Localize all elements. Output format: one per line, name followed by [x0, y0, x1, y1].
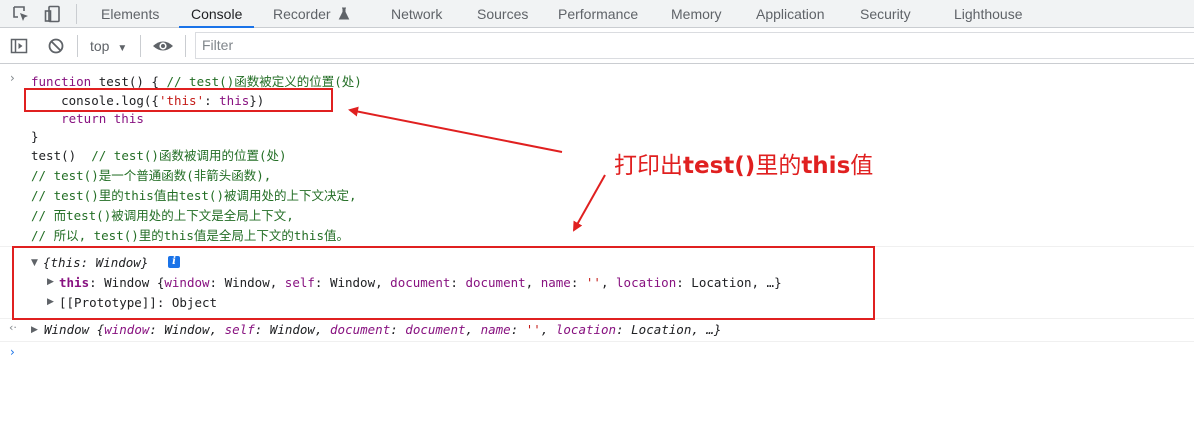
annotation-arrow [348, 106, 563, 153]
code-line-9: // 所以, test()里的this值是全局上下文的this值。 [31, 226, 349, 245]
keyword: return this [31, 111, 144, 126]
property-value: , [465, 322, 481, 337]
console-prompt-chevron-icon[interactable]: › [10, 345, 15, 359]
code-line-8: // 而test()被调用处的上下文是全局上下文, [31, 206, 294, 225]
code-comment: // test()里的this值由test()被调用处的上下文决定, [31, 188, 357, 203]
message-divider [0, 341, 1194, 342]
return-value[interactable]: Window {window: Window, self: Window, do… [44, 320, 721, 339]
inspect-element-icon[interactable] [12, 5, 30, 23]
annotation-arrow [573, 174, 606, 232]
device-toolbar-icon[interactable] [44, 5, 62, 23]
tab-lighthouse[interactable]: Lighthouse [954, 0, 1023, 28]
property-value: : Location, …} [616, 322, 722, 337]
annotation-highlight-box [12, 246, 875, 320]
property-key: name [480, 322, 511, 337]
property-value: : [390, 322, 406, 337]
code-comment: // test()函数被定义的位置(处) [166, 74, 362, 89]
context-label: top [90, 38, 110, 54]
code-comment: // test()函数被调用的位置(处) [91, 148, 287, 163]
sidebar-toggle-icon[interactable] [10, 37, 28, 55]
tab-recorder[interactable]: Recorder [273, 0, 331, 28]
code-text: } [31, 129, 39, 144]
code-comment: // 所以, test()里的this值是全局上下文的this值。 [31, 228, 349, 243]
property-key: self [224, 322, 255, 337]
annotation-label: 打印出test()里的this值 [614, 146, 873, 180]
tab-network[interactable]: Network [391, 0, 442, 28]
console-input[interactable] [28, 343, 1188, 363]
tab-application[interactable]: Application [756, 0, 825, 28]
tab-console[interactable]: Console [178, 0, 255, 28]
annotation-text: 打印出 [614, 153, 683, 179]
console-toolbar: top ▼ Filter [0, 28, 1194, 64]
property-value: : [510, 322, 526, 337]
property-key: location [555, 322, 617, 337]
input-prompt-chevron-icon: › [10, 71, 15, 85]
annotation-text: 值 [850, 153, 874, 179]
live-expression-eye-icon[interactable] [152, 37, 174, 55]
property-value: , [540, 322, 556, 337]
clear-console-icon[interactable] [47, 37, 65, 55]
property-value: document [405, 322, 466, 337]
return-value-arrow-icon: ‹· [9, 321, 17, 334]
property-value: '' [525, 322, 541, 337]
code-line-6: // test()是一个普通函数(非箭头函数), [31, 166, 271, 185]
toolbar-divider [140, 35, 141, 57]
code-line-4: } [31, 127, 39, 146]
property-key: window [104, 322, 150, 337]
code-text: test() { [91, 74, 167, 89]
tab-memory[interactable]: Memory [671, 0, 722, 28]
code-text: test() [31, 148, 92, 163]
property-key: document [330, 322, 391, 337]
code-comment: // test()是一个普通函数(非箭头函数), [31, 168, 272, 183]
tab-performance[interactable]: Performance [558, 0, 638, 28]
property-value: : Window, [149, 322, 225, 337]
keyword: function [31, 74, 92, 89]
code-line-7: // test()里的this值由test()被调用处的上下文决定, [31, 186, 357, 205]
annotation-text: 里的 [755, 153, 802, 179]
code-line-5: test() // test()函数被调用的位置(处) [31, 146, 287, 165]
toolbar-divider [185, 35, 186, 57]
dropdown-arrow-icon: ▼ [117, 43, 128, 54]
tab-elements[interactable]: Elements [101, 0, 159, 28]
toolbar-divider [76, 4, 77, 24]
property-value: : Window, [254, 322, 331, 337]
tab-sources[interactable]: Sources [477, 0, 528, 28]
context-selector[interactable]: top ▼ [90, 28, 127, 64]
devtools-tab-bar: Elements Console Recorder Network Source… [0, 0, 1194, 28]
flask-icon [338, 7, 350, 20]
expand-triangle-right-icon[interactable]: ▶ [31, 325, 38, 335]
tab-security[interactable]: Security [860, 0, 911, 28]
annotation-highlight-box [24, 88, 333, 112]
return-value-text: Window { [44, 322, 105, 337]
annotation-text: this [801, 153, 851, 179]
annotation-text: test() [683, 153, 756, 179]
toolbar-divider [77, 35, 78, 57]
code-comment: // 而test()被调用处的上下文是全局上下文, [31, 208, 294, 223]
filter-input[interactable]: Filter [195, 32, 1194, 59]
